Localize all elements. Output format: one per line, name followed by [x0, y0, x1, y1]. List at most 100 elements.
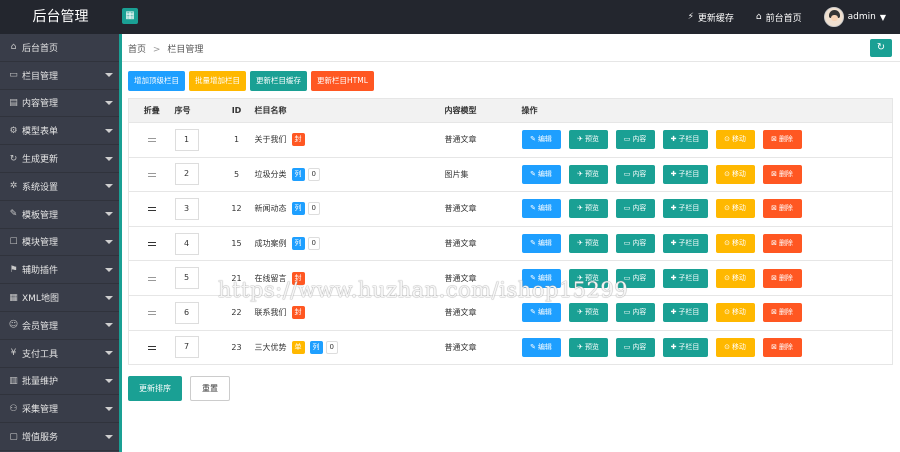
fold-icon[interactable]	[147, 276, 156, 281]
sidebar-item[interactable]: ⚑ 辅助插件	[0, 256, 121, 285]
front-home-link[interactable]: ⌂ 前台首页	[756, 11, 802, 24]
breadcrumb-home[interactable]: 首页	[128, 45, 146, 55]
op-icon: ⊠	[771, 135, 777, 144]
action-button[interactable]: 批量增加栏目	[189, 71, 246, 91]
action-button[interactable]: 更新栏目缓存	[250, 71, 307, 91]
op-button[interactable]: ✎ 编辑	[521, 199, 561, 219]
sort-input[interactable]: 3	[174, 197, 199, 220]
op-button[interactable]: ✚ 子栏目	[662, 199, 708, 219]
op-button[interactable]: ⊠ 删除	[762, 234, 802, 254]
sidebar-item[interactable]: ☺ 会员管理	[0, 312, 121, 340]
op-button[interactable]: ✈ 预览	[568, 199, 608, 219]
op-button[interactable]: ⊠ 删除	[762, 199, 802, 219]
category-name: 三大优势	[254, 342, 287, 352]
front-home-label: 前台首页	[765, 13, 802, 24]
op-button[interactable]: ⊙ 移动	[715, 130, 755, 150]
sort-input[interactable]: 1	[174, 128, 199, 151]
update-cache-link[interactable]: ⚡ 更新缓存	[688, 11, 734, 24]
op-button[interactable]: ✎ 编辑	[521, 164, 561, 184]
op-button[interactable]: ▭ 内容	[615, 164, 655, 184]
op-button[interactable]: ⊠ 删除	[762, 268, 802, 288]
op-button[interactable]: ✚ 子栏目	[662, 130, 708, 150]
sort-input[interactable]: 6	[174, 301, 199, 324]
op-label: 编辑	[537, 169, 552, 178]
update-sort-button[interactable]: 更新排序	[128, 376, 182, 401]
op-button[interactable]: ▭ 内容	[615, 130, 655, 150]
sidebar-item-label: 会员管理	[22, 321, 59, 332]
op-button[interactable]: ⊙ 移动	[715, 164, 755, 184]
op-button[interactable]: ⊠ 删除	[762, 303, 802, 323]
sidebar-item[interactable]: ✎ 模板管理	[0, 201, 121, 229]
op-icon: ⊠	[771, 308, 777, 317]
sidebar-item[interactable]: ▦ XML地图	[0, 284, 121, 312]
fold-icon[interactable]	[147, 345, 156, 350]
op-button[interactable]: ✈ 预览	[568, 337, 608, 357]
sidebar-item[interactable]: ▭ 栏目管理	[0, 62, 121, 90]
fold-icon[interactable]	[147, 311, 156, 316]
op-button[interactable]: ✚ 子栏目	[662, 268, 708, 288]
sort-input[interactable]: 7	[174, 336, 199, 359]
sidebar-item[interactable]: ⚙ 模型表单	[0, 117, 121, 146]
sidebar-item[interactable]: ☐ 模块管理	[0, 229, 121, 257]
sidebar-item[interactable]: ¥ 支付工具	[0, 340, 121, 368]
op-button[interactable]: ⊠ 删除	[762, 130, 802, 150]
op-button[interactable]: ⊠ 删除	[762, 164, 802, 184]
op-button[interactable]: ✈ 预览	[568, 130, 608, 150]
table-row: 2 5 垃圾分类列 0 图片集 ✎ 编辑 ✈ 预览 ▭ 内容 ✚ 子栏目 ⊙ 移动 ⊠ 删除	[128, 156, 893, 192]
sidebar-item[interactable]: ✲ 系统设置	[0, 173, 121, 201]
op-button[interactable]: ✚ 子栏目	[662, 337, 708, 357]
sidebar-item[interactable]: ↻ 生成更新	[0, 145, 121, 173]
sort-input[interactable]: 2	[174, 163, 199, 186]
sidebar-item-label: 模块管理	[22, 238, 59, 249]
op-button[interactable]: ✎ 编辑	[521, 234, 561, 254]
op-icon: ▭	[623, 239, 631, 248]
op-button[interactable]: ⊙ 移动	[715, 268, 755, 288]
col-name: 栏目名称	[254, 98, 445, 123]
home-icon: ⌂	[755, 12, 762, 22]
op-button[interactable]: ✚ 子栏目	[662, 234, 708, 254]
sort-input[interactable]: 5	[174, 267, 199, 290]
op-button[interactable]: ⊙ 移动	[715, 199, 755, 219]
op-button[interactable]: ✚ 子栏目	[662, 164, 708, 184]
op-button[interactable]: ▭ 内容	[615, 199, 655, 219]
op-button[interactable]: ⊙ 移动	[715, 337, 755, 357]
op-button[interactable]: ▭ 内容	[615, 234, 655, 254]
op-button[interactable]: ✈ 预览	[568, 164, 608, 184]
op-button[interactable]: ✎ 编辑	[521, 130, 561, 150]
chevron-down-icon	[105, 406, 113, 411]
user-menu[interactable]: admin ▼	[823, 7, 886, 27]
fold-cell	[128, 329, 175, 365]
op-label: 子栏目	[678, 273, 700, 282]
table-body: 1 1 关于我们封普通文章 ✎ 编辑 ✈ 预览 ▭ 内容 ✚ 子栏目 ⊙ 移动 ⊠ 删除 2 5 垃圾分类列 0 图片…	[128, 122, 893, 365]
sidebar-item[interactable]: ⚇ 采集管理	[0, 395, 121, 424]
sort-input[interactable]: 4	[174, 232, 199, 255]
op-icon: ✈	[577, 239, 583, 248]
chevron-down-icon	[105, 434, 113, 439]
op-button[interactable]: ✈ 预览	[568, 303, 608, 323]
reset-button[interactable]: 重置	[190, 376, 230, 401]
op-button[interactable]: ✚ 子栏目	[662, 303, 708, 323]
sidebar-item[interactable]: ▤ 内容管理	[0, 90, 121, 118]
action-button[interactable]: 更新栏目HTML	[311, 71, 374, 91]
op-button[interactable]: ✎ 编辑	[521, 337, 561, 357]
op-button[interactable]: ⊠ 删除	[762, 337, 802, 357]
fold-icon[interactable]	[147, 242, 156, 247]
op-button[interactable]: ✈ 预览	[568, 234, 608, 254]
op-button[interactable]: ✎ 编辑	[521, 303, 561, 323]
sidebar-item[interactable]: ⌂ 后台首页	[0, 34, 121, 62]
op-icon: ⊙	[724, 169, 730, 178]
fold-icon[interactable]	[147, 172, 156, 177]
sidebar-toggle-icon[interactable]: ▦	[122, 8, 138, 24]
sidebar-item[interactable]: ▢ 增值服务	[0, 423, 121, 451]
seq-cell: 1	[174, 122, 219, 158]
op-button[interactable]: ▭ 内容	[615, 337, 655, 357]
op-button[interactable]: ⊙ 移动	[715, 234, 755, 254]
fold-icon[interactable]	[147, 207, 156, 212]
op-button[interactable]: ▭ 内容	[615, 303, 655, 323]
op-icon: ⊠	[771, 342, 777, 351]
sidebar-item[interactable]: ▥ 批量维护	[0, 368, 121, 396]
refresh-button[interactable]: ↻	[870, 39, 892, 57]
op-button[interactable]: ⊙ 移动	[715, 303, 755, 323]
action-button[interactable]: 增加顶级栏目	[128, 71, 185, 91]
fold-icon[interactable]	[147, 138, 156, 143]
